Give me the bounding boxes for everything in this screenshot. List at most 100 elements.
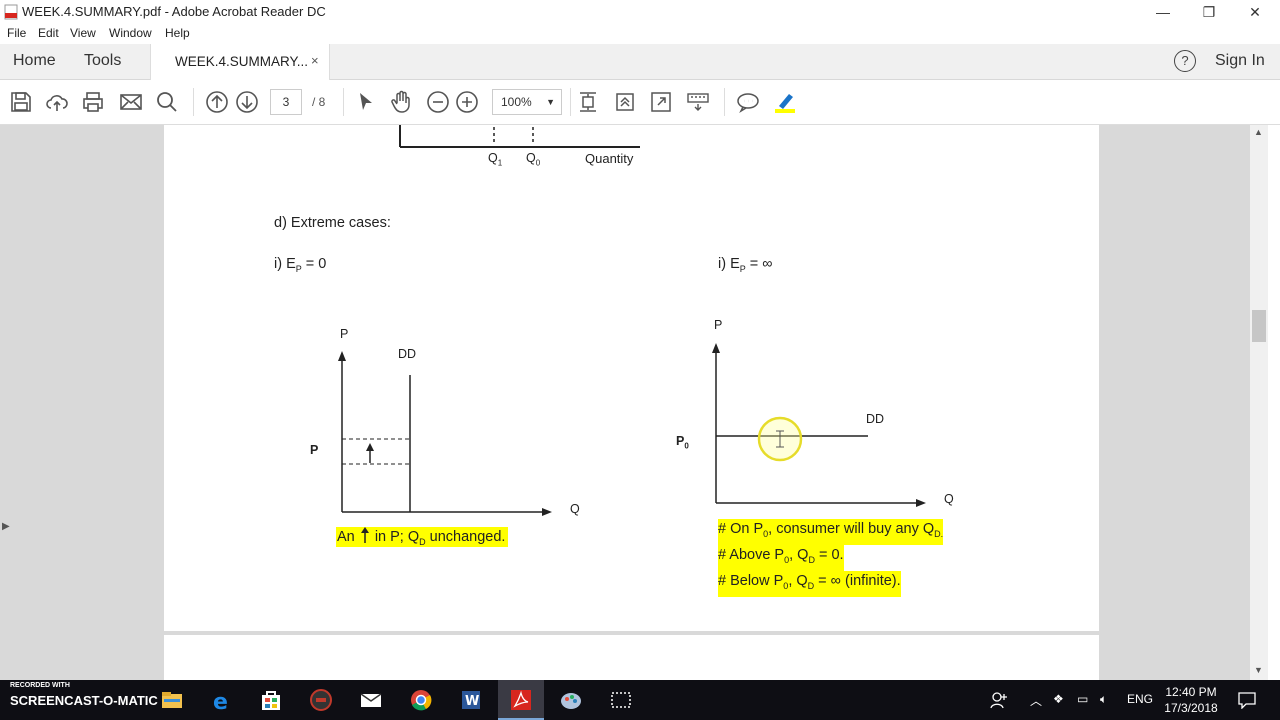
acrobat-icon bbox=[511, 690, 531, 710]
minimize-button[interactable]: — bbox=[1140, 0, 1186, 24]
zoom-out-icon[interactable] bbox=[426, 90, 450, 114]
zoom-value: 100% bbox=[501, 95, 532, 109]
zoom-in-icon[interactable] bbox=[455, 90, 479, 114]
file-explorer-icon[interactable] bbox=[160, 688, 184, 712]
case2-q-axis-label: Q bbox=[944, 492, 954, 506]
people-icon[interactable] bbox=[990, 691, 1010, 709]
case1-caption: An in P; QD unchanged. bbox=[336, 527, 508, 547]
case1-title: i) EP = 0 bbox=[274, 256, 327, 274]
document-tab-label: WEEK.4.SUMMARY... bbox=[175, 54, 309, 69]
hand-tool-icon[interactable] bbox=[389, 90, 413, 114]
tools-tab[interactable]: Tools bbox=[84, 52, 121, 70]
case2-title: i) EP = ∞ bbox=[718, 256, 773, 274]
select-cursor-icon[interactable] bbox=[354, 90, 378, 114]
clock-time: 12:40 PM bbox=[1165, 685, 1217, 699]
comment-icon[interactable] bbox=[736, 90, 760, 114]
chrome-icon[interactable] bbox=[409, 688, 433, 712]
scroll-down-icon[interactable]: ▼ bbox=[1254, 665, 1263, 675]
fit-page-icon[interactable] bbox=[576, 90, 600, 114]
print-icon[interactable] bbox=[81, 90, 105, 114]
menu-file[interactable]: File bbox=[7, 26, 26, 40]
scrollbar-thumb[interactable] bbox=[1252, 310, 1266, 342]
toolbar-divider bbox=[724, 88, 725, 116]
pdf-file-icon bbox=[4, 4, 18, 20]
keyboard-icon[interactable] bbox=[686, 90, 710, 114]
menu-bar: File Edit View Window Help bbox=[0, 24, 1280, 44]
vertical-scrollbar[interactable]: ▲ ▼ bbox=[1250, 125, 1268, 680]
word-icon[interactable]: W bbox=[459, 688, 483, 712]
restore-button[interactable]: ❐ bbox=[1186, 0, 1232, 24]
case1-price-label: P bbox=[310, 443, 319, 457]
rotate-page-icon[interactable] bbox=[613, 90, 637, 114]
toolbar: 3 / 8 100% ▼ bbox=[0, 80, 1280, 125]
toolbar-divider bbox=[343, 88, 344, 116]
up-arrow-icon bbox=[360, 527, 369, 543]
case1-q-axis-label: Q bbox=[570, 502, 580, 516]
quantity-axis-label: Quantity bbox=[585, 151, 634, 166]
upload-cloud-icon[interactable] bbox=[45, 90, 69, 114]
q0-label: Q0 bbox=[526, 151, 541, 168]
snipping-tool-icon[interactable] bbox=[609, 688, 633, 712]
help-icon[interactable]: ? bbox=[1174, 50, 1196, 72]
windows-taskbar: RECORDED WITH SCREENCAST-O-MATIC e W ︿ ❖… bbox=[0, 680, 1280, 720]
svg-text:W: W bbox=[465, 694, 479, 709]
menu-edit[interactable]: Edit bbox=[38, 26, 59, 40]
chevron-down-icon: ▼ bbox=[546, 97, 555, 107]
search-icon[interactable] bbox=[155, 90, 179, 114]
media-app-icon[interactable] bbox=[309, 688, 333, 712]
acrobat-taskbar-button[interactable] bbox=[498, 680, 544, 720]
case2-p-axis-label: P bbox=[714, 318, 723, 332]
case2-note-below-p0: # Below P0, QD = ∞ (infinite). bbox=[718, 570, 901, 597]
tray-expand-icon[interactable]: ︿ bbox=[1030, 692, 1042, 709]
next-pdf-page bbox=[164, 635, 1099, 680]
sign-in-link[interactable]: Sign In bbox=[1215, 52, 1265, 70]
edge-browser-icon[interactable]: e bbox=[210, 688, 234, 712]
menu-view[interactable]: View bbox=[70, 26, 96, 40]
home-tab[interactable]: Home bbox=[13, 52, 56, 70]
volume-icon[interactable]: 🔈︎ bbox=[1100, 692, 1107, 707]
menu-window[interactable]: Window bbox=[109, 26, 152, 40]
section-heading: d) Extreme cases: bbox=[274, 215, 391, 231]
store-icon[interactable] bbox=[259, 688, 283, 712]
fullscreen-icon[interactable] bbox=[649, 90, 673, 114]
zoom-select[interactable]: 100% ▼ bbox=[492, 89, 562, 115]
page-number-input[interactable]: 3 bbox=[270, 89, 302, 115]
case2-note-above-p0: # Above P0, QD = 0. bbox=[718, 544, 844, 571]
document-viewport[interactable]: ▶ Q1 Q0 Quantity d) Extreme cases: i) EP… bbox=[0, 125, 1268, 680]
language-indicator[interactable]: ENG bbox=[1127, 692, 1153, 706]
case2-notes: # On P0, consumer will buy any QD. # Abo… bbox=[718, 519, 944, 597]
toolbar-divider bbox=[193, 88, 194, 116]
close-window-button[interactable]: ✕ bbox=[1232, 0, 1278, 24]
previous-page-icon[interactable] bbox=[205, 90, 229, 114]
perfectly-elastic-graph bbox=[712, 343, 926, 507]
case1-p-axis-label: P bbox=[340, 327, 349, 341]
pdf-page: Q1 Q0 Quantity d) Extreme cases: i) EP =… bbox=[164, 125, 1099, 631]
document-tab[interactable]: WEEK.4.SUMMARY... × bbox=[150, 44, 330, 80]
perfectly-inelastic-graph bbox=[338, 351, 552, 516]
save-icon[interactable] bbox=[9, 90, 33, 114]
next-page-icon[interactable] bbox=[235, 90, 259, 114]
case2-note-on-p0: # On P0, consumer will buy any QD. bbox=[718, 519, 944, 545]
window-title: WEEK.4.SUMMARY.pdf - Adobe Acrobat Reade… bbox=[22, 4, 326, 19]
paint-app-icon[interactable] bbox=[559, 688, 583, 712]
highlight-pen-icon[interactable] bbox=[773, 90, 797, 114]
mail-icon[interactable] bbox=[359, 688, 383, 712]
tab-bar: Home Tools WEEK.4.SUMMARY... × bbox=[0, 44, 1280, 80]
email-icon[interactable] bbox=[119, 90, 143, 114]
q1-label: Q1 bbox=[488, 151, 503, 168]
network-icon[interactable]: ▭ bbox=[1077, 692, 1088, 706]
page-total: / 8 bbox=[312, 95, 326, 109]
clock-date: 17/3/2018 bbox=[1164, 701, 1218, 715]
dropbox-icon[interactable]: ❖ bbox=[1053, 692, 1064, 706]
scroll-up-icon[interactable]: ▲ bbox=[1254, 127, 1263, 137]
case2-p0-label: P0 bbox=[676, 434, 689, 451]
title-bar: WEEK.4.SUMMARY.pdf - Adobe Acrobat Reade… bbox=[0, 0, 1280, 24]
svg-text:e: e bbox=[213, 690, 228, 712]
notifications-icon[interactable] bbox=[1238, 691, 1256, 709]
recorder-watermark: RECORDED WITH SCREENCAST-O-MATIC bbox=[10, 682, 158, 708]
menu-help[interactable]: Help bbox=[165, 26, 190, 40]
close-tab-icon[interactable]: × bbox=[311, 53, 319, 68]
toolbar-divider bbox=[570, 88, 571, 116]
left-panel-toggle-icon[interactable]: ▶ bbox=[2, 521, 10, 532]
clock[interactable]: 12:40 PM 17/3/2018 bbox=[1160, 684, 1222, 716]
